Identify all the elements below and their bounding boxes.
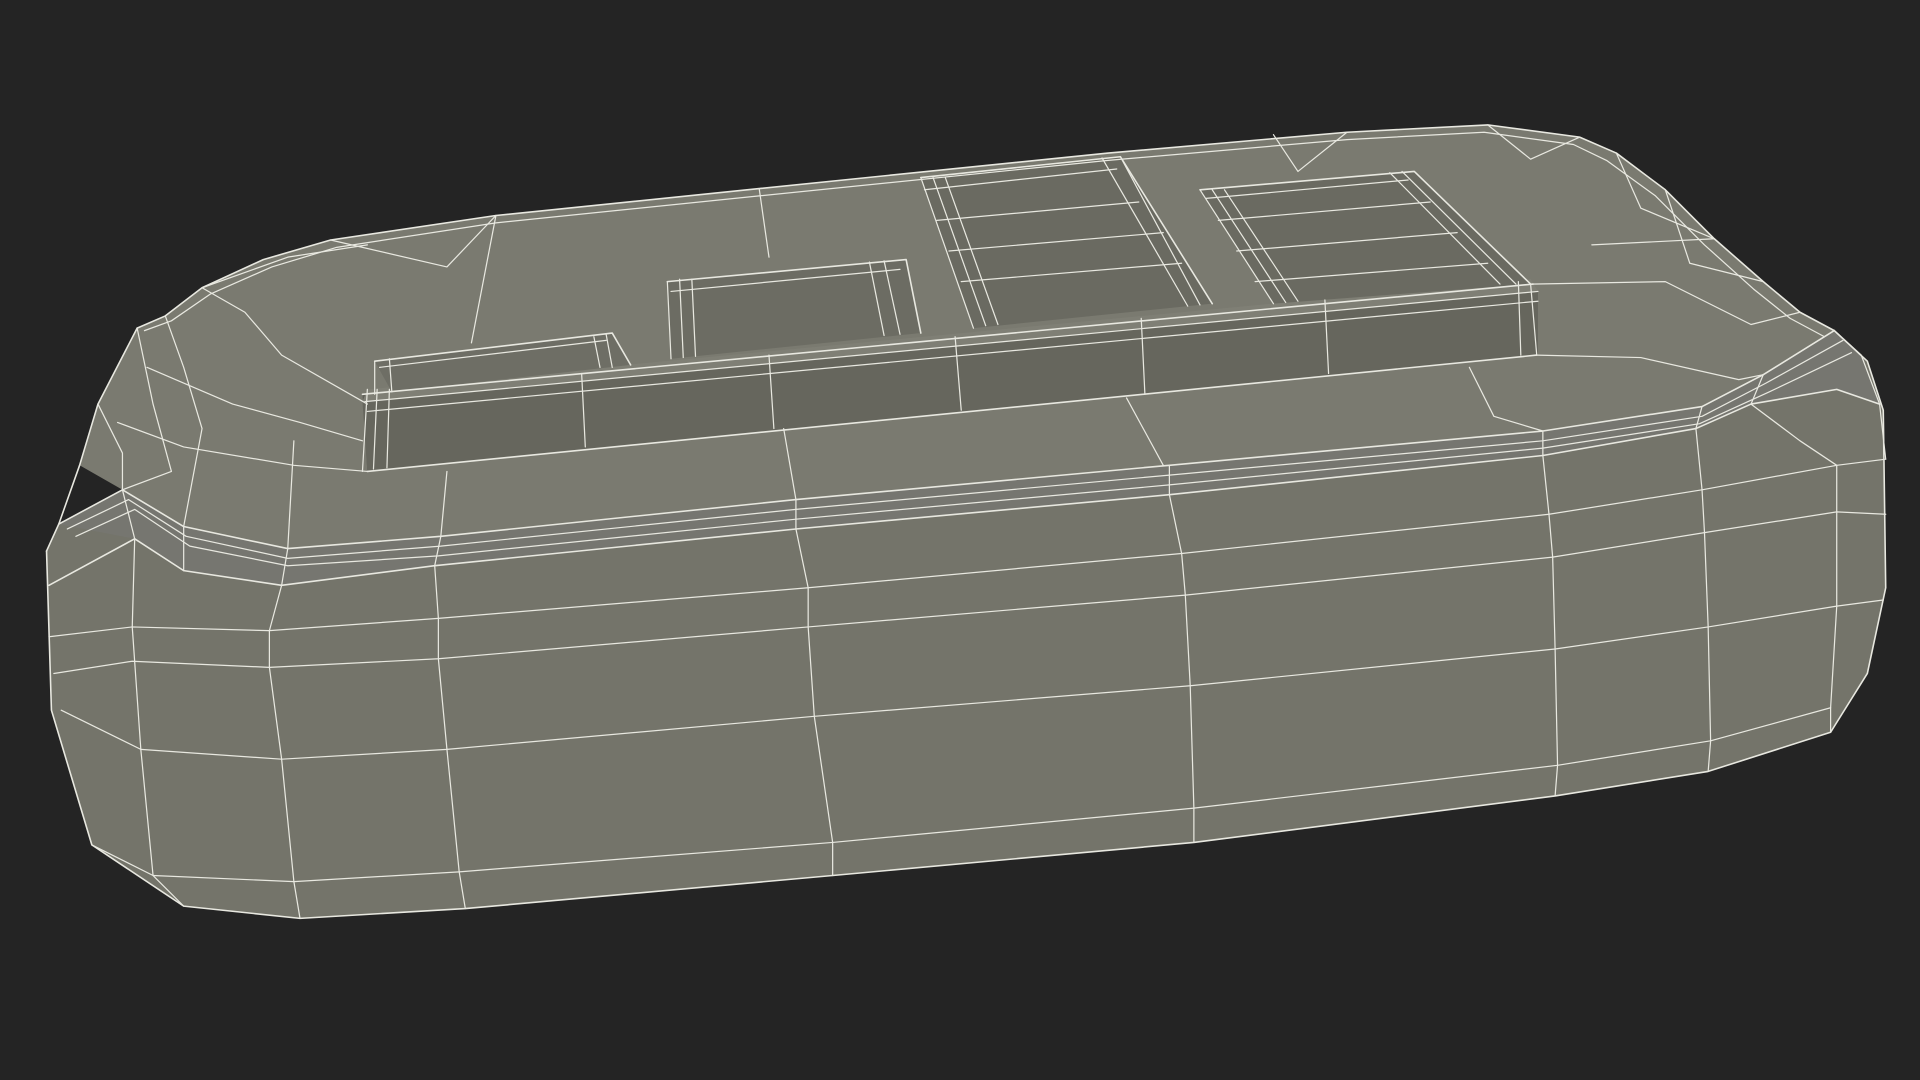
viewport [0, 0, 1920, 1080]
wireframe-model [45, 124, 1887, 920]
